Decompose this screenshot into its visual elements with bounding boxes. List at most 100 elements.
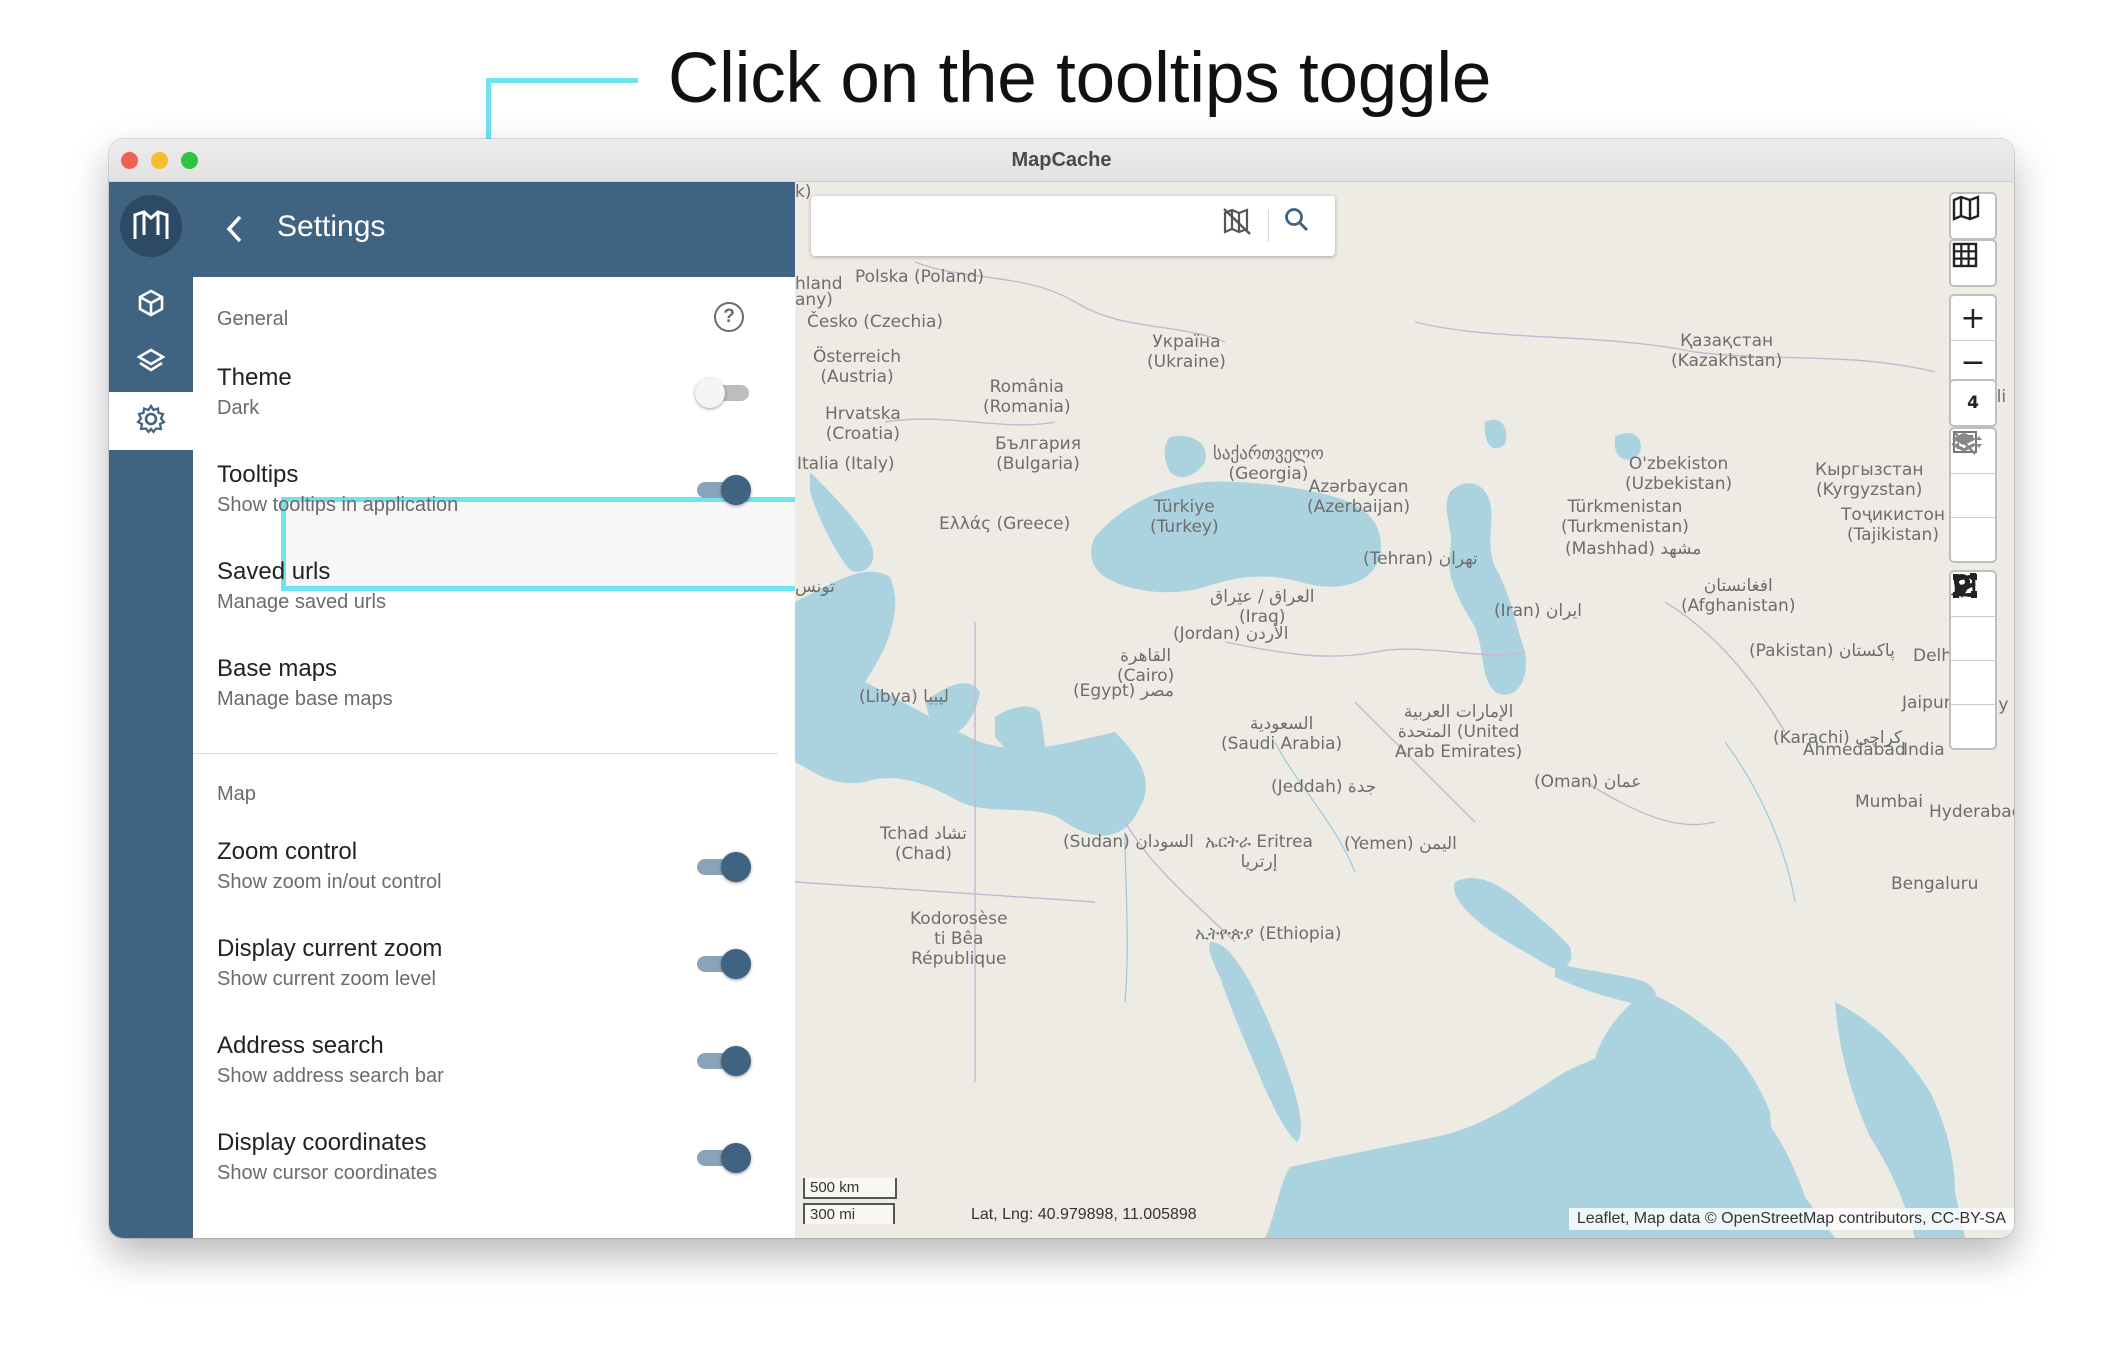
map-place-label: Қазақстан (Kazakhstan) — [1671, 331, 1783, 371]
page-title: Settings — [277, 210, 386, 243]
help-circle-icon[interactable]: ? — [714, 302, 744, 332]
map-place-label: any) — [795, 290, 833, 310]
map-place-label: Österreich (Austria) — [813, 347, 901, 387]
setting-subtitle: Show cursor coordinates — [217, 1162, 438, 1184]
map-place-label: k) — [795, 182, 812, 202]
map-place-label: Bengaluru — [1891, 874, 1979, 894]
map-place-label: القاهرة (Cairo) — [1117, 646, 1175, 686]
address-search-toggle[interactable] — [697, 1046, 751, 1076]
settings-nav-button[interactable] — [109, 392, 193, 450]
map-place-label: العراق / عێراق (Iraq) — [1210, 587, 1315, 627]
clear-layers-button[interactable] — [1951, 432, 1995, 517]
setting-title: Base maps — [217, 655, 338, 682]
map-place-label: Ahmedabad — [1803, 740, 1906, 760]
settings-panel: Settings General ? Theme Dark Tooltips S… — [193, 182, 878, 1238]
map-place-label: Česko (Czechia) — [807, 312, 944, 332]
hide-map-button[interactable] — [1221, 206, 1261, 246]
scale-bar-mi: 300 mi — [803, 1203, 895, 1224]
draw-control — [1949, 570, 1997, 750]
nav-rail — [109, 182, 193, 1238]
layer-order-button[interactable] — [1951, 433, 1995, 561]
map-place-label: Delh — [1913, 646, 1953, 666]
cube-icon — [136, 288, 166, 323]
mapcache-logo-icon[interactable] — [120, 195, 182, 257]
search-divider — [1268, 210, 1269, 242]
chevron-left-icon — [221, 215, 249, 250]
display-zoom-toggle[interactable] — [697, 949, 751, 979]
draw-polygon-button[interactable] — [1951, 573, 1995, 660]
setting-address-search: Address search Show address search bar — [193, 1016, 778, 1106]
map-place-label: Azərbaycan (Azerbaijan) — [1307, 477, 1411, 517]
setting-display-coordinates: Display coordinates Show cursor coordina… — [193, 1113, 778, 1203]
projects-nav-button[interactable] — [109, 276, 193, 334]
draw-line-button[interactable] — [1951, 574, 1995, 748]
zoom-level-display: 4 — [1949, 379, 1997, 427]
app-window: MapCache Settings General ? Theme Dark T… — [109, 139, 2014, 1238]
map-place-label: افغانستان (Afghanistan) — [1681, 576, 1796, 616]
display-coordinates-toggle[interactable] — [697, 1143, 751, 1173]
map-place-label: (Oman) عمان — [1534, 772, 1642, 792]
section-label-map: Map — [217, 783, 256, 805]
map-place-label: Jaipur — [1902, 693, 1951, 713]
layers-nav-button[interactable] — [109, 334, 193, 392]
map-place-label: تونس — [795, 577, 835, 597]
setting-saved-urls[interactable]: Saved urls Manage saved urls — [193, 542, 778, 632]
map-place-label: O'zbekiston (Uzbekistan) — [1625, 454, 1733, 494]
map-view[interactable]: (Belarus)Polska (Poland)hlandany)Česko (… — [795, 182, 2014, 1238]
map-place-label: الإمارات العربية المتحدة (United Arab Em… — [1395, 702, 1523, 762]
map-attribution[interactable]: Leaflet, Map data © OpenStreetMap contri… — [1568, 1208, 2014, 1230]
setting-title: Address search — [217, 1032, 384, 1059]
setting-title: Saved urls — [217, 558, 331, 585]
setting-theme: Theme Dark — [193, 348, 778, 438]
coordinates-readout: Lat, Lng: 40.979898, 11.005898 — [971, 1206, 1197, 1223]
address-search-bar — [811, 196, 1335, 256]
map-place-label: Türkiye (Turkey) — [1150, 497, 1219, 537]
grid-button[interactable] — [1951, 241, 1995, 285]
setting-subtitle: Dark — [217, 397, 260, 419]
map-place-label: (Tehran) تهران — [1363, 549, 1478, 569]
zoom-level: 4 — [1967, 393, 1979, 413]
zoom-control-toggle[interactable] — [697, 852, 751, 882]
zoom-control: + − — [1949, 294, 1997, 386]
grid-control — [1949, 239, 1997, 287]
zoom-in-button[interactable]: + — [1951, 296, 1995, 340]
map-place-label: Italia (Italy) — [797, 454, 895, 474]
setting-title: Theme — [217, 364, 292, 391]
tooltips-toggle[interactable] — [697, 475, 751, 505]
map-place-label: Кыргызстан (Kyrgyzstan) — [1815, 460, 1924, 500]
map-place-label: (Jordan) الأردن — [1173, 624, 1289, 644]
search-button[interactable] — [1283, 206, 1323, 246]
theme-toggle[interactable] — [695, 378, 749, 408]
draw-rectangle-button[interactable] — [1951, 574, 1995, 704]
zoom-out-button[interactable]: − — [1951, 340, 1995, 384]
basemap-control — [1949, 192, 1997, 240]
map-place-label: Ελλάς (Greece) — [939, 514, 1071, 534]
setting-zoom-control: Zoom control Show zoom in/out control — [193, 822, 778, 912]
setting-subtitle: Show tooltips in application — [217, 494, 459, 516]
setting-subtitle: Show zoom in/out control — [217, 871, 442, 893]
setting-base-maps[interactable]: Base maps Manage base maps — [193, 639, 778, 729]
map-place-label: Tchad تشاد (Chad) — [880, 824, 967, 864]
gear-icon — [135, 403, 167, 440]
annotation-caption: Click on the tooltips toggle — [668, 39, 1492, 118]
basemap-button[interactable] — [1951, 194, 1995, 238]
map-place-label: România (Romania) — [983, 377, 1071, 417]
map-place-label: (Iran) ایران — [1494, 601, 1582, 621]
back-button[interactable] — [221, 212, 249, 251]
section-label-general: General — [217, 308, 289, 330]
map-place-label: Hrvatska (Croatia) — [825, 404, 901, 444]
search-input[interactable] — [825, 212, 1205, 240]
setting-display-current-zoom: Display current zoom Show current zoom l… — [193, 919, 778, 1009]
map-place-label: السعودية (Saudi Arabia) — [1221, 714, 1343, 754]
map-place-label: Mumbai — [1855, 792, 1923, 812]
map-place-label: Türkmenistan (Turkmenistan) — [1561, 497, 1689, 537]
window-title: MapCache — [1011, 149, 1112, 171]
map-place-label: България (Bulgaria) — [995, 434, 1081, 474]
map-place-label: ኢትዮጵያ (Ethiopia) — [1195, 924, 1342, 944]
setting-subtitle: Show address search bar — [217, 1065, 444, 1087]
layers-icon — [136, 346, 166, 381]
setting-title: Tooltips — [217, 461, 299, 488]
map-place-label: Тоҷикистон (Tajikistan) — [1841, 505, 1945, 545]
annotation-line-horizontal — [486, 78, 638, 83]
map-place-label: Україна (Ukraine) — [1147, 332, 1226, 372]
